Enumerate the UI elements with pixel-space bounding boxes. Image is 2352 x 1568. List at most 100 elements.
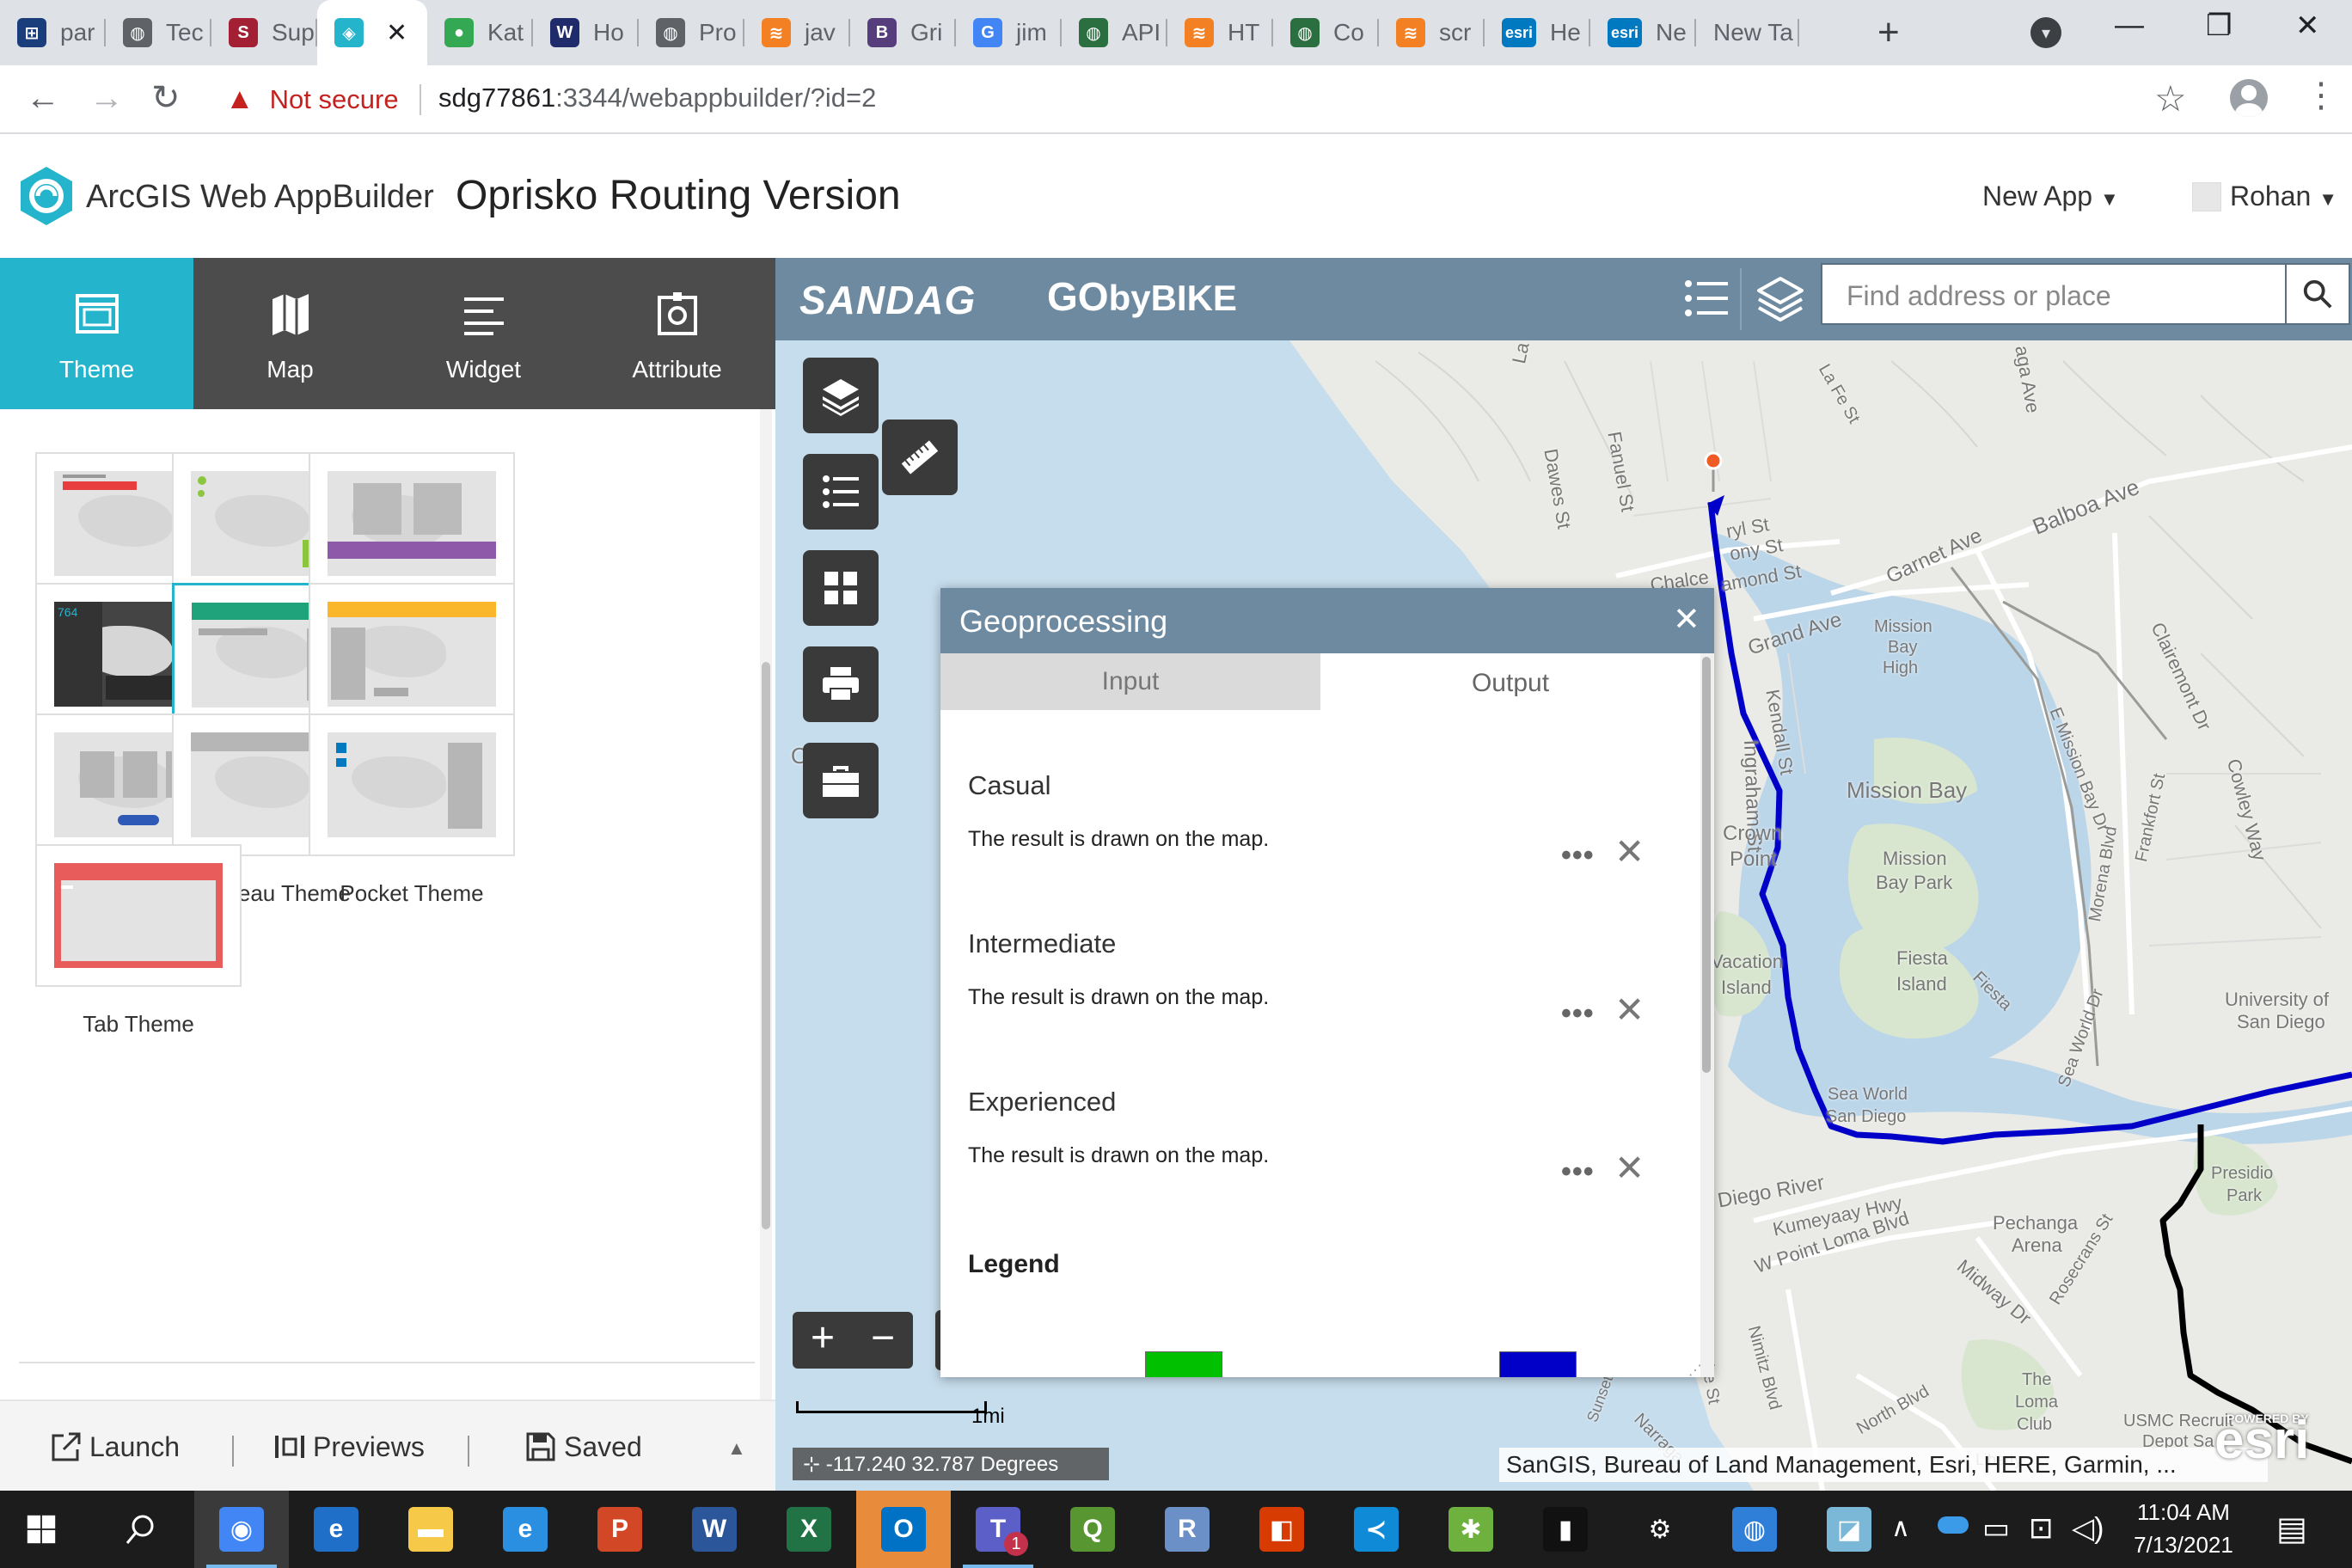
browser-tab[interactable]: ◍ Co: [1273, 0, 1379, 65]
theme-card-pocket[interactable]: Pocket Theme: [292, 714, 531, 910]
browser-tab[interactable]: ≋ jav: [744, 0, 850, 65]
print-button[interactable]: [803, 646, 879, 722]
internet-explorer-taskbar-button[interactable]: e: [478, 1491, 573, 1568]
excel-taskbar-button[interactable]: X: [762, 1491, 856, 1568]
word-taskbar-button[interactable]: W: [667, 1491, 762, 1568]
widget-grid-button[interactable]: [803, 550, 879, 626]
map-attribution[interactable]: SanGIS, Bureau of Land Management, Esri,…: [1499, 1448, 2268, 1482]
vscode-taskbar-button[interactable]: ≺: [1329, 1491, 1424, 1568]
new-tab-button[interactable]: +: [1877, 14, 1900, 52]
more-options-icon[interactable]: •••: [1561, 997, 1595, 1031]
browser-tab[interactable]: ≋ scr: [1379, 0, 1485, 65]
onedrive-icon[interactable]: [1938, 1516, 1969, 1534]
theme-card-tab[interactable]: Tab Theme: [19, 844, 258, 1040]
show-hidden-icons[interactable]: ∧: [1891, 1513, 1910, 1543]
browser-tab[interactable]: S Sup: [211, 0, 317, 65]
theme-thumbnail[interactable]: [309, 452, 515, 595]
browser-tab[interactable]: ◍ Pro: [639, 0, 744, 65]
remove-result-icon[interactable]: ✕: [1614, 989, 1645, 1031]
caret-up-icon[interactable]: ▲: [727, 1437, 746, 1460]
geoprocessing-button[interactable]: [803, 743, 879, 818]
theme-thumbnail[interactable]: [309, 714, 515, 856]
browser-tab[interactable]: W Ho: [533, 0, 639, 65]
legend-list-icon[interactable]: [1678, 270, 1735, 327]
browser-tab[interactable]: ⊞ par: [0, 0, 106, 65]
browser-tab[interactable]: ● Kat: [427, 0, 533, 65]
zoom-out-button[interactable]: −: [853, 1312, 913, 1369]
new-app-menu[interactable]: New App ▼: [1982, 181, 2119, 212]
browser-tab[interactable]: New Ta: [1696, 0, 1799, 65]
outlook-taskbar-button[interactable]: O: [856, 1491, 951, 1568]
start-button[interactable]: [0, 1491, 83, 1568]
resize-handle-icon[interactable]: ⋰: [1688, 1362, 1702, 1377]
search-button[interactable]: [2285, 263, 2350, 325]
browser-tab[interactable]: ◍ Tec: [106, 0, 211, 65]
user-menu[interactable]: Rohan ▼: [2230, 181, 2337, 212]
bookmark-star-icon[interactable]: ☆: [2154, 77, 2187, 119]
gis-tool-taskbar-button[interactable]: ◪: [1802, 1491, 1896, 1568]
remove-result-icon[interactable]: ✕: [1614, 830, 1645, 873]
theme-scrollbar[interactable]: [762, 662, 770, 1229]
restore-button[interactable]: ❐: [2206, 9, 2232, 43]
esri-logo[interactable]: esri: [2214, 1410, 2309, 1471]
security-indicator[interactable]: ▲ Not secure: [225, 83, 399, 116]
tab-attribute[interactable]: Attribute: [580, 258, 774, 409]
file-explorer-taskbar-button[interactable]: ▬: [383, 1491, 478, 1568]
browser-tab[interactable]: esri Ne: [1590, 0, 1696, 65]
settings-taskbar-button[interactable]: ⚙: [1613, 1491, 1707, 1568]
layers-icon[interactable]: [1752, 270, 1809, 327]
clock-date[interactable]: 7/13/2021: [2116, 1532, 2251, 1559]
remove-result-icon[interactable]: ✕: [1614, 1147, 1645, 1189]
zoom-in-button[interactable]: +: [793, 1312, 853, 1369]
reload-button[interactable]: ↻: [151, 79, 181, 117]
address-search-input[interactable]: Find address or place: [1821, 263, 2288, 325]
tab-input[interactable]: Input: [940, 653, 1320, 710]
browser-tab[interactable]: ◈ ✕: [317, 0, 427, 65]
geoprocessing-header[interactable]: Geoprocessing ✕: [940, 588, 1714, 653]
browser-menu-icon[interactable]: ⋮: [2304, 76, 2338, 115]
r-taskbar-button[interactable]: R: [1140, 1491, 1234, 1568]
url-field[interactable]: sdg77861:3344/webappbuilder/?id=2: [438, 83, 876, 113]
close-tab-icon[interactable]: ✕: [386, 18, 407, 48]
previews-button[interactable]: Previews: [273, 1430, 425, 1463]
theme-thumbnail[interactable]: [35, 844, 242, 987]
teams-taskbar-button[interactable]: T1: [951, 1491, 1045, 1568]
notification-icon[interactable]: ▤: [2276, 1510, 2307, 1548]
diagram-tool-taskbar-button[interactable]: ✱: [1424, 1491, 1518, 1568]
taskbar-search-button[interactable]: [100, 1491, 182, 1568]
coordinate-readout[interactable]: ⊹ -117.240 32.787 Degrees: [793, 1448, 1109, 1480]
edge-taskbar-button[interactable]: e: [289, 1491, 383, 1568]
network-icon[interactable]: ⊡: [2029, 1511, 2054, 1546]
panel-scrollbar[interactable]: [1702, 657, 1711, 1073]
browser-tab[interactable]: B Gri: [850, 0, 956, 65]
tab-output[interactable]: Output: [1320, 653, 1700, 710]
close-window-button[interactable]: ✕: [2295, 9, 2320, 43]
chrome-taskbar-button[interactable]: ◉: [194, 1491, 289, 1568]
volume-icon[interactable]: ◁): [2072, 1511, 2104, 1546]
launch-button[interactable]: Launch: [50, 1430, 180, 1463]
qgis-taskbar-button[interactable]: Q: [1045, 1491, 1140, 1568]
battery-icon[interactable]: ▭: [1982, 1511, 2010, 1546]
legend-button[interactable]: [803, 454, 879, 530]
arcgis-taskbar-button[interactable]: ◍: [1707, 1491, 1802, 1568]
minimize-button[interactable]: —: [2115, 9, 2144, 42]
tab-theme[interactable]: Theme: [0, 258, 193, 409]
tab-widget[interactable]: Widget: [387, 258, 580, 409]
browser-tab[interactable]: Gjim: [956, 0, 1062, 65]
more-options-icon[interactable]: •••: [1561, 1155, 1595, 1189]
user-avatar[interactable]: [2192, 182, 2221, 211]
layer-list-button[interactable]: [803, 358, 879, 433]
browser-tab[interactable]: ≋ HT: [1167, 0, 1273, 65]
back-button[interactable]: ←: [26, 79, 60, 117]
terminal-taskbar-button[interactable]: ▮: [1518, 1491, 1613, 1568]
map-preview[interactable]: La Jolla Mesa DrDawes StFanuel Staga Ave…: [775, 258, 2352, 1491]
browser-tab[interactable]: ◍ API: [1062, 0, 1167, 65]
clock-time[interactable]: 11:04 AM: [2132, 1499, 2235, 1526]
close-icon[interactable]: ✕: [1673, 600, 1700, 639]
powerpoint-taskbar-button[interactable]: P: [573, 1491, 667, 1568]
profile-icon[interactable]: [2230, 79, 2268, 117]
tab-search-button[interactable]: ▾: [2030, 17, 2061, 48]
theme-thumbnail[interactable]: [309, 583, 515, 726]
forward-button[interactable]: →: [89, 79, 124, 117]
save-button[interactable]: Saved: [524, 1430, 642, 1463]
